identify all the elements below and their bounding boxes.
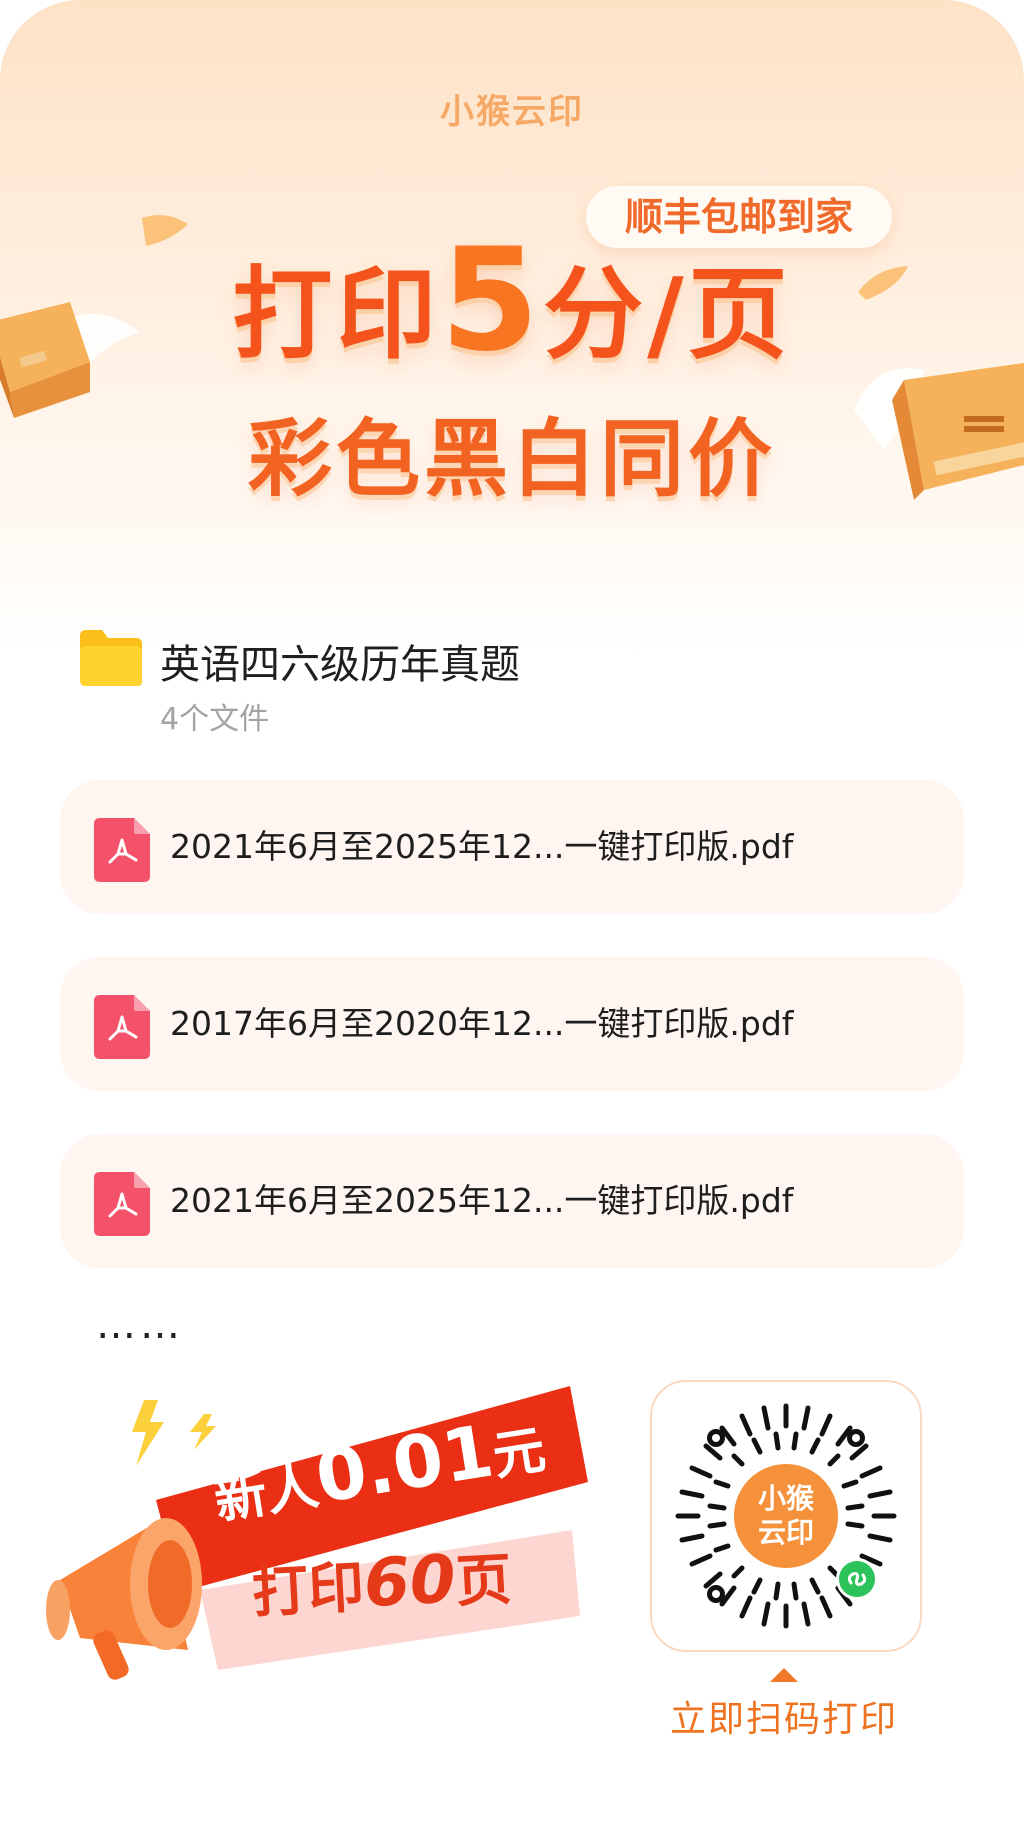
folder-title: 英语四六级历年真题 (160, 642, 520, 688)
more-files-ellipsis: …… (96, 1302, 184, 1348)
promo-line1-prefix: 新人 (210, 1455, 323, 1532)
promo-line2-unit: 页 (454, 1547, 514, 1616)
brand-logo-text: 小猴云印 (440, 92, 584, 132)
caret-up-icon (770, 1668, 798, 1682)
mini-program-icon (836, 1558, 878, 1600)
file-name: 2021年6月至2025年12...一键打印版.pdf (170, 827, 794, 866)
pdf-icon (94, 1172, 150, 1236)
promo-page: 小猴云印 顺丰包邮到家 打印5分/页 彩色黑白同价 英语四六级历年真题 4个文件 (0, 0, 1024, 1828)
qr-logo-top: 小猴 (757, 1482, 814, 1515)
pdf-icon (94, 995, 150, 1059)
promo-line2-amount: 60 (361, 1540, 458, 1623)
file-item[interactable]: 2021年6月至2025年12...一键打印版.pdf (60, 780, 964, 914)
file-item[interactable]: 2021年6月至2025年12...一键打印版.pdf (60, 1134, 964, 1268)
headline-number: 5 (440, 218, 544, 383)
file-name: 2021年6月至2025年12...一键打印版.pdf (170, 1181, 794, 1220)
price-headline: 打印5分/页 (0, 230, 1024, 380)
folder-icon (80, 630, 142, 686)
promo-line2-prefix: 打印 (250, 1555, 366, 1626)
headline-prefix: 打印 (232, 256, 441, 373)
promo-line1-unit: 元 (488, 1420, 550, 1488)
file-item[interactable]: 2017年6月至2020年12...一键打印版.pdf (60, 957, 964, 1091)
mini-program-qr-card[interactable]: 小猴 云印 (650, 1380, 922, 1652)
price-subheadline: 彩色黑白同价 (247, 410, 776, 508)
pdf-icon (94, 818, 150, 882)
qr-logo-bottom: 云印 (757, 1516, 814, 1549)
headline-suffix: 分/页 (543, 256, 792, 373)
file-name: 2017年6月至2020年12...一键打印版.pdf (170, 1004, 794, 1043)
scan-to-print-label[interactable]: 立即扫码打印 (650, 1690, 918, 1742)
folder-file-count: 4个文件 (160, 702, 270, 737)
qr-center-logo: 小猴 云印 (734, 1464, 838, 1568)
promo-page-count: 打印60页 (250, 1534, 514, 1628)
